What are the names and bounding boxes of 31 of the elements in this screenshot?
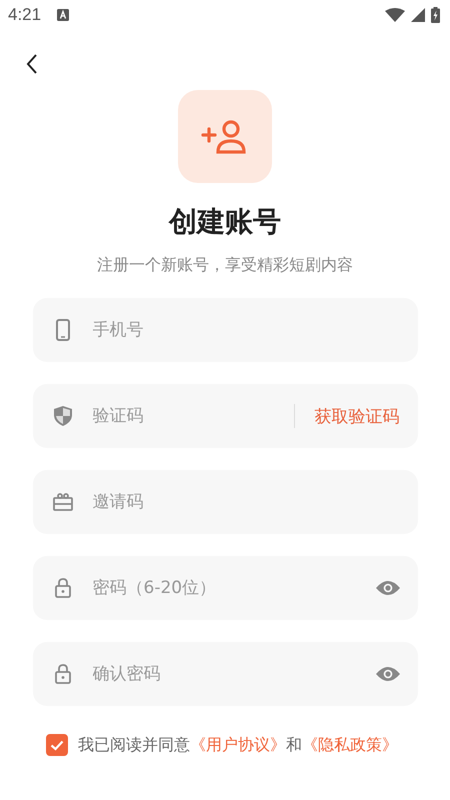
text-input[interactable]: 邀请码: [90, 491, 400, 513]
eye-icon[interactable]: [376, 580, 400, 596]
privacy-policy-link[interactable]: 《隐私政策》: [302, 734, 398, 756]
text-input[interactable]: 手机号: [90, 319, 400, 341]
conjunction-text: 和: [286, 734, 302, 756]
get-code-button[interactable]: 获取验证码: [314, 404, 400, 428]
back-icon: [26, 54, 38, 74]
page-title: 创建账号: [169, 204, 281, 240]
agreement-text: 我已阅读并同意: [78, 734, 190, 756]
wifi-icon: [385, 8, 405, 22]
battery-icon: [431, 7, 440, 23]
input-field[interactable]: 密码（6-20位）: [32, 556, 418, 620]
text-input[interactable]: 确认密码: [90, 663, 376, 685]
agreement-checkbox[interactable]: [46, 734, 68, 756]
text-input[interactable]: 密码（6-20位）: [90, 577, 376, 599]
user-agreement-link[interactable]: 《用户协议》: [190, 734, 286, 756]
shield-icon: [52, 406, 72, 426]
status-time: 4:21: [8, 5, 42, 25]
input-field[interactable]: 邀请码: [32, 470, 418, 534]
lock-icon: [52, 664, 72, 684]
eye-icon[interactable]: [376, 666, 400, 682]
check-icon: [50, 740, 64, 750]
input-field[interactable]: 手机号: [32, 298, 418, 362]
keyboard-notification-icon: [57, 9, 70, 21]
gift-icon: [52, 493, 72, 511]
page-subtitle: 注册一个新账号，享受精彩短剧内容: [97, 255, 353, 276]
input-field[interactable]: 验证码 获取验证码: [32, 384, 418, 448]
signal-icon: [411, 8, 425, 22]
text-input[interactable]: 验证码: [90, 405, 294, 427]
lock-icon: [52, 578, 72, 598]
input-field[interactable]: 确认密码: [32, 642, 418, 706]
